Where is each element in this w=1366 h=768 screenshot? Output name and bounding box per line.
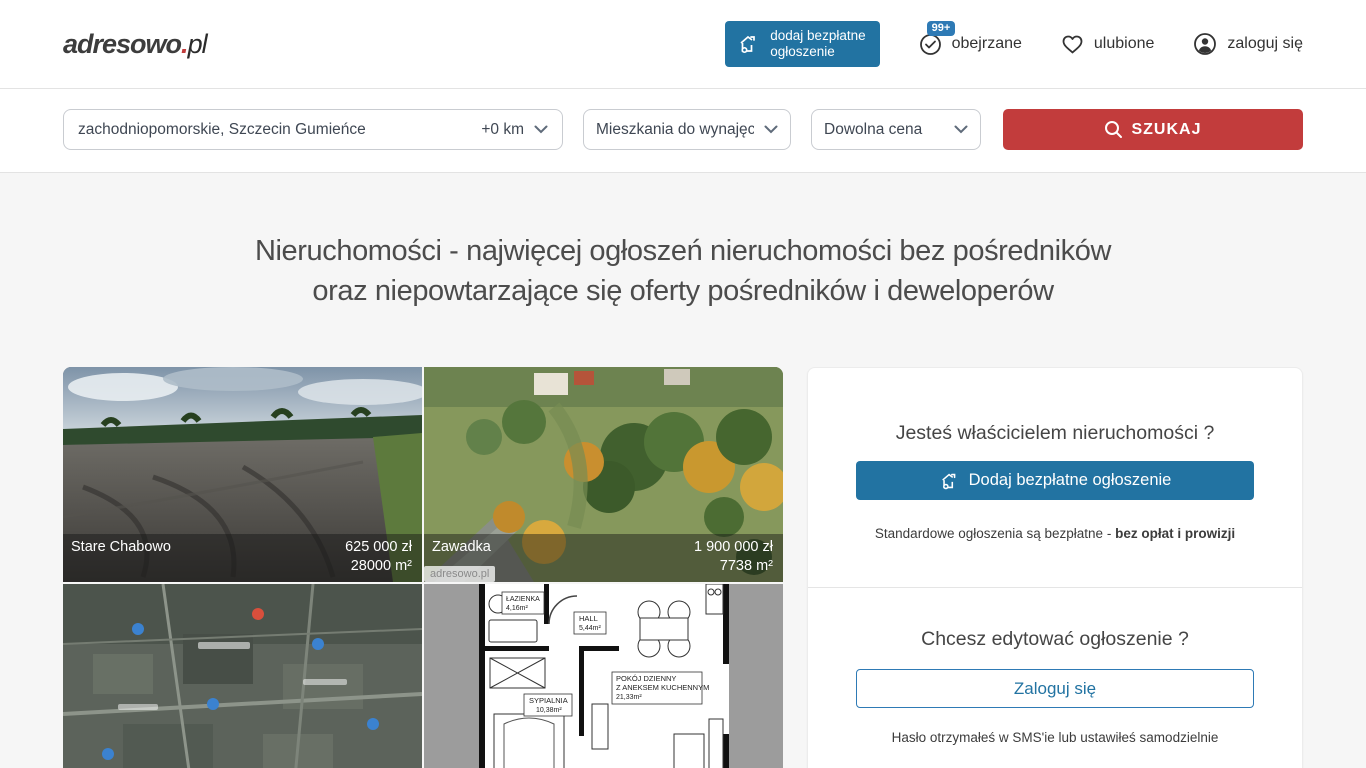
floorplan-room-label: HALL [579, 614, 598, 623]
floorplan-room-area: 21,33m² [616, 694, 642, 701]
category-value: Mieszkania do wynajęc [596, 121, 754, 139]
price-select[interactable]: Dowolna cena [811, 109, 981, 150]
sidebar-login-button[interactable]: Zaloguj się [856, 669, 1254, 708]
owner-note: Standardowe ogłoszenia są bezpłatne - be… [856, 526, 1254, 541]
floorplan-room-label: ŁAZIENKA [506, 596, 540, 603]
listings-grid: Stare Chabowo 625 000 zł 28000 m² [63, 367, 783, 768]
search-bar: zachodniopomorskie, Szczecin Gumieńce +0… [0, 89, 1366, 173]
listing-card[interactable]: adresowo.pl Zawadka 1 900 000 zł 7738 m² [424, 367, 783, 582]
edit-heading: Chcesz edytować ogłoszenie ? [856, 628, 1254, 651]
add-listing-label-line2: ogłoszenie [770, 44, 835, 59]
floorplan-room-label2: Z ANEKSEM KUCHENNYM [616, 683, 709, 692]
page-title: Nieruchomości - najwięcej ogłoszeń nieru… [63, 173, 1303, 311]
listing-price: 625 000 zł [345, 538, 412, 557]
page-title-line1: Nieruchomości - najwięcej ogłoszeń nieru… [255, 235, 1111, 267]
viewed-label: obejrzane [952, 35, 1022, 53]
chevron-down-icon [954, 125, 968, 134]
heart-icon [1060, 32, 1085, 57]
owner-panel: Jesteś właścicielem nieruchomości ? [807, 367, 1303, 768]
photo-watermark: adresowo.pl [424, 566, 495, 582]
header-actions: dodaj bezpłatne ogłoszenie 99+ obejrzane [725, 21, 1303, 67]
sidebar-add-listing-label: Dodaj bezpłatne ogłoszenie [969, 471, 1172, 490]
viewed-badge: 99+ [927, 21, 956, 36]
location-value: zachodniopomorskie, Szczecin Gumieńce [78, 121, 366, 139]
listing-location: Stare Chabowo [71, 538, 171, 557]
owner-heading: Jesteś właścicielem nieruchomości ? [856, 422, 1254, 445]
listing-card[interactable]: Stare Chabowo 625 000 zł 28000 m² [63, 367, 422, 582]
favorites-label: ulubione [1094, 35, 1155, 53]
add-listing-label-line1: dodaj bezpłatne [770, 28, 865, 43]
owner-note-bold: bez opłat i prowizji [1115, 526, 1235, 541]
listing-area: 7738 m² [720, 557, 773, 576]
header: adresowo.pl dodaj bezpłatne [0, 0, 1366, 89]
floorplan-room-label: POKÓJ DZIENNY [616, 674, 676, 683]
floorplan-room-area: 5,44m² [579, 625, 601, 632]
add-listing-button[interactable]: dodaj bezpłatne ogłoszenie [725, 21, 879, 67]
listing-photo-map [63, 584, 422, 768]
logo-name: adresowo [63, 29, 181, 59]
favorites-link[interactable]: ulubione [1060, 32, 1155, 57]
listing-location: Zawadka [432, 538, 491, 557]
edit-note: Hasło otrzymałeś w SMS'ie lub ustawiłeś … [856, 730, 1254, 745]
price-value: Dowolna cena [824, 121, 922, 139]
listing-price: 1 900 000 zł [694, 538, 773, 557]
logo-tld: pl [188, 29, 207, 59]
chevron-down-icon [764, 125, 778, 134]
radius-select[interactable]: +0 km [481, 121, 548, 139]
search-button-label: SZUKAJ [1131, 121, 1201, 139]
listing-card[interactable]: ŁAZIENKA 4,16m² HALL 5,44m² POKÓJ DZIENN… [424, 584, 783, 768]
listing-card[interactable]: Wrocław Stare Miasto, ul 2 110 900 zł [63, 584, 422, 768]
login-link[interactable]: zaloguj się [1192, 31, 1303, 57]
login-label: zaloguj się [1227, 35, 1303, 53]
logo[interactable]: adresowo.pl [63, 29, 207, 60]
page-title-line2: oraz niepowtarzające się oferty pośredni… [312, 275, 1053, 307]
floorplan-room-area: 4,16m² [506, 605, 528, 612]
search-icon [1104, 120, 1123, 139]
main-content: Nieruchomości - najwięcej ogłoszeń nieru… [0, 173, 1366, 768]
category-select[interactable]: Mieszkania do wynajęc [583, 109, 791, 150]
radius-value: +0 km [481, 121, 524, 139]
chevron-down-icon [534, 125, 548, 134]
house-plus-icon [939, 470, 961, 492]
sidebar-add-listing-button[interactable]: Dodaj bezpłatne ogłoszenie [856, 461, 1254, 500]
house-plus-icon [737, 32, 761, 56]
owner-note-normal: Standardowe ogłoszenia są bezpłatne - [875, 526, 1115, 541]
user-icon [1192, 31, 1218, 57]
search-button[interactable]: SZUKAJ [1003, 109, 1303, 150]
floorplan-room-label: SYPIALNIA [529, 696, 568, 705]
listing-area: 28000 m² [351, 557, 412, 576]
owner-section: Jesteś właścicielem nieruchomości ? [808, 368, 1302, 587]
floorplan-room-area: 10,38m² [536, 707, 562, 714]
viewed-link[interactable]: 99+ obejrzane [918, 32, 1022, 57]
listing-caption: Stare Chabowo 625 000 zł 28000 m² [63, 534, 422, 582]
location-input[interactable]: zachodniopomorskie, Szczecin Gumieńce +0… [63, 109, 563, 150]
edit-section: Chcesz edytować ogłoszenie ? Zaloguj się… [808, 587, 1302, 768]
listing-floorplan: ŁAZIENKA 4,16m² HALL 5,44m² POKÓJ DZIENN… [424, 584, 783, 768]
